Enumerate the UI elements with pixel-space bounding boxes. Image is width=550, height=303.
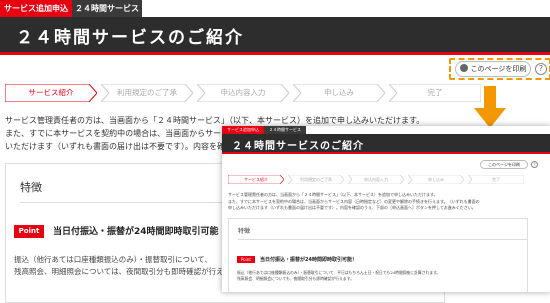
arrow-down-icon xyxy=(474,86,506,128)
preview-step-apply: 申し込み xyxy=(408,175,464,184)
step-complete: 完了 xyxy=(389,84,481,102)
step-apply: 申し込み xyxy=(293,84,385,102)
detail-line: 残高照会、明細照会については、夜間取引分も即時確認が行え xyxy=(14,267,224,276)
preview-step-complete: 完了 xyxy=(468,175,524,184)
preview-tab-bar: サービス追加申込 ２４時間サービス xyxy=(222,126,550,134)
preview-step-terms: 利用規定のご了承 xyxy=(288,175,344,184)
page-title: ２４時間サービスのご紹介 xyxy=(16,28,244,48)
print-button[interactable]: このページを印刷 xyxy=(455,61,531,77)
point-detail: 振込（他行あては口座種類振込のみ）・振替取引について、 残高照会、明細照会につい… xyxy=(14,254,224,278)
help-icon[interactable]: ? xyxy=(535,63,547,75)
step-service-intro: サービス紹介 xyxy=(5,84,97,102)
preview-divider xyxy=(238,239,527,240)
preview-intro-line: 申し込みいただけます（いずれも書面の届け出は不要です）。内容を確認のうえ、下部の… xyxy=(228,205,476,210)
step-input: 申込内容入力 xyxy=(197,84,289,102)
printer-icon xyxy=(459,64,468,72)
detail-line: 振込（他行あては口座種類振込のみ）・振替取引について、 xyxy=(14,255,212,264)
preview-tab-service-add: サービス追加申込 xyxy=(222,126,264,134)
print-preview: サービス追加申込 ２４時間サービス ２４時間サービスのご紹介 このページを印刷 … xyxy=(222,126,550,292)
point-title: 当日付振込・振替が24時間即時取引可能 xyxy=(53,227,219,237)
step-terms: 利用規定のご了承 xyxy=(101,84,193,102)
preview-step-service-intro: サービス紹介 xyxy=(228,175,284,184)
preview-detail-line: 残高照会、明細照会についても、夜間取引分も即時確認が行えます。 xyxy=(237,276,354,281)
preview-title-bar: ２４時間サービスのご紹介 xyxy=(222,134,550,154)
preview-step-input: 申込内容入力 xyxy=(348,175,404,184)
preview-page-title: ２４時間サービスのご紹介 xyxy=(232,141,364,152)
section-heading: 特徴 xyxy=(20,181,42,194)
preview-step-indicator: サービス紹介 利用規定のご了承 申込内容入力 申し込み 完了 xyxy=(228,175,528,184)
print-button-label: このページを印刷 xyxy=(470,65,527,73)
tab-service-add[interactable]: サービス追加申込 xyxy=(0,0,72,17)
tab-24h-service[interactable]: ２４時間サービス xyxy=(72,0,142,17)
preview-intro-text: サービス管理責任者の方は、当画面から「２４時間サービス」（以下、本サービス）を追… xyxy=(228,192,528,212)
preview-point-detail: 振込（他行あては口座種類振込のみ）・振替取引について、平日はもちろん土日・祝日で… xyxy=(237,270,517,282)
preview-help-icon: ? xyxy=(531,161,538,168)
point-badge: Point xyxy=(14,225,44,238)
preview-point-badge: Point xyxy=(237,256,255,263)
preview-point-title: 当日付振込・振替が24時間即時取引可能！ xyxy=(260,257,357,263)
tab-bar: サービス追加申込 ２４時間サービス xyxy=(0,0,550,17)
title-bar: ２４時間サービスのご紹介 xyxy=(0,17,550,55)
preview-tab-24h-service: ２４時間サービス xyxy=(264,126,306,134)
preview-section-heading: 特徴 xyxy=(238,228,251,235)
preview-print-button: このページを印刷 xyxy=(480,160,528,169)
